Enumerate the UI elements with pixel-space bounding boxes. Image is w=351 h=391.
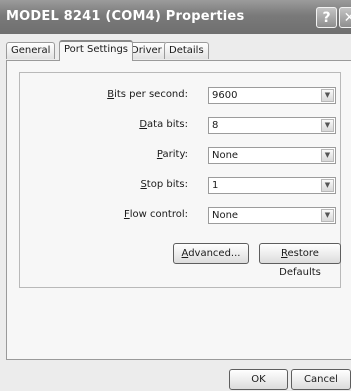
parity-label: Parity: (156, 149, 188, 160)
restore-defaults-button[interactable]: Restore Defaults (259, 243, 341, 278)
bits-per-second-select[interactable]: 9600 ▼ (208, 87, 336, 104)
chevron-down-icon[interactable]: ▼ (321, 149, 334, 162)
port-settings-panel: Bits per second: 9600 ▼ Data bits: 8 ▼ P… (6, 60, 351, 360)
cancel-button[interactable]: Cancel (291, 369, 351, 390)
flow-control-label: Flow control: (123, 209, 188, 220)
bits-per-second-value: 9600 (212, 90, 238, 101)
ok-button[interactable]: OK (229, 369, 288, 390)
tab-details[interactable]: Details (164, 42, 209, 59)
bits-per-second-label: Bits per second: (107, 89, 188, 100)
stop-bits-label: Stop bits: (140, 179, 188, 190)
close-icon: ✕ (343, 9, 351, 26)
data-bits-value: 8 (212, 120, 219, 131)
flow-control-value: None (212, 210, 239, 221)
properties-dialog: MODEL 8241 (COM4) Properties ? ✕ General… (0, 0, 351, 391)
title-bar[interactable]: MODEL 8241 (COM4) Properties ? ✕ (0, 0, 351, 34)
stop-bits-select[interactable]: 1 ▼ (208, 177, 336, 194)
data-bits-select[interactable]: 8 ▼ (208, 117, 336, 134)
help-icon: ? (322, 9, 331, 26)
chevron-down-icon[interactable]: ▼ (321, 179, 334, 192)
advanced-button[interactable]: Advanced... (173, 243, 249, 264)
window-title: MODEL 8241 (COM4) Properties (6, 9, 245, 24)
chevron-down-icon[interactable]: ▼ (321, 209, 334, 222)
tab-general[interactable]: General (6, 42, 56, 59)
flow-control-select[interactable]: None ▼ (208, 207, 336, 224)
chevron-down-icon[interactable]: ▼ (321, 119, 334, 132)
tab-strip: General Port Settings Driver Details (6, 40, 346, 61)
parity-select[interactable]: None ▼ (208, 147, 336, 164)
data-bits-label: Data bits: (139, 119, 188, 130)
help-button[interactable]: ? (316, 7, 337, 28)
chevron-down-icon[interactable]: ▼ (321, 89, 334, 102)
settings-group: Bits per second: 9600 ▼ Data bits: 8 ▼ P… (19, 72, 341, 288)
parity-value: None (212, 150, 239, 161)
tab-port-settings[interactable]: Port Settings (59, 40, 134, 61)
stop-bits-value: 1 (212, 180, 219, 191)
close-button[interactable]: ✕ (339, 7, 351, 28)
